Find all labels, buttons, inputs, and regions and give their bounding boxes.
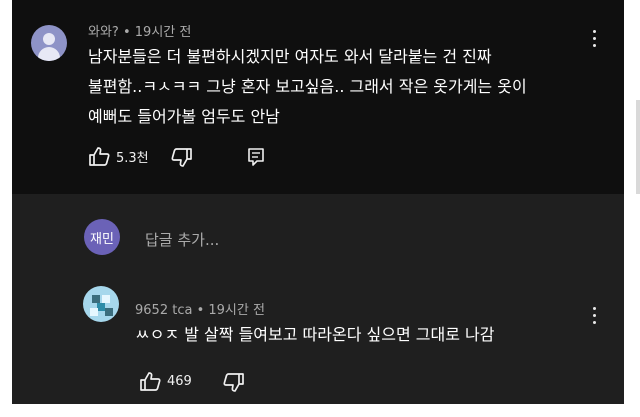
main-like-count: 5.3천 — [116, 150, 149, 166]
main-reply-button[interactable] — [248, 148, 264, 166]
reply-comment-menu-button[interactable] — [590, 307, 598, 331]
reply-comment-username[interactable]: 9652 tca — [135, 303, 192, 318]
thumbs-down-icon — [171, 148, 192, 167]
meta-separator: • — [122, 25, 131, 40]
thumbs-up-icon — [140, 372, 161, 391]
main-comment-menu-button[interactable] — [590, 30, 598, 54]
reply-like-button[interactable]: 469 — [139, 371, 192, 391]
bottom-margin — [0, 404, 640, 417]
reply-comment-avatar[interactable] — [83, 286, 119, 322]
avatar-pattern-tile — [102, 295, 110, 303]
menu-dot — [592, 30, 596, 33]
avatar-pattern-tile — [90, 308, 98, 316]
menu-dot — [592, 37, 596, 40]
meta-separator: • — [196, 303, 205, 318]
main-comment-line-1: 남자분들은 더 불편하시겠지만 여자도 와서 달라붙는 건 진짜 — [88, 47, 492, 66]
scrollbar-edge[interactable] — [636, 100, 640, 194]
main-comment-time: 19시간 전 — [134, 25, 192, 40]
reply-dislike-button[interactable] — [223, 373, 245, 393]
reply-comment-time: 19시간 전 — [208, 303, 265, 318]
avatar-pattern-tile — [105, 308, 113, 316]
reply-like-count: 469 — [167, 373, 192, 389]
comments-panel: 와와? • 19시간 전 남자분들은 더 불편하시겠지만 여자도 와서 달라붙는… — [12, 0, 624, 417]
current-user-avatar: 재민 — [84, 219, 120, 255]
main-comment-avatar[interactable] — [31, 25, 67, 61]
thumbs-down-icon — [223, 373, 244, 392]
add-reply-input[interactable]: 답글 추가... — [145, 229, 219, 250]
thumbs-up-icon — [89, 147, 110, 166]
main-comment-line-2: 불편함..ㅋㅅㅋㅋ 그냥 혼자 보고싶음.. 그래서 작은 옷가게는 옷이 — [88, 77, 527, 96]
main-comment-meta: 와와? • 19시간 전 — [88, 21, 191, 40]
menu-dot — [592, 321, 596, 324]
main-dislike-button[interactable] — [171, 148, 193, 168]
reply-icon — [248, 148, 264, 166]
menu-dot — [592, 314, 596, 317]
avatar-body-shape — [38, 47, 60, 61]
main-comment-line-3: 예뻐도 들어가볼 엄두도 안남 — [88, 107, 280, 126]
main-like-button[interactable]: 5.3천 — [88, 146, 149, 166]
avatar-pattern-tile — [92, 295, 100, 303]
reply-comment-text: ㅆㅇㅈ 발 살짝 들여보고 따라온다 싶으면 그대로 나감 — [135, 325, 495, 344]
main-comment-username[interactable]: 와와? — [88, 25, 119, 40]
menu-dot — [592, 307, 596, 310]
avatar-pattern-tile — [97, 303, 105, 311]
menu-dot — [592, 44, 596, 47]
avatar-head-shape — [43, 33, 55, 45]
reply-comment-meta: 9652 tca • 19시간 전 — [135, 299, 265, 318]
